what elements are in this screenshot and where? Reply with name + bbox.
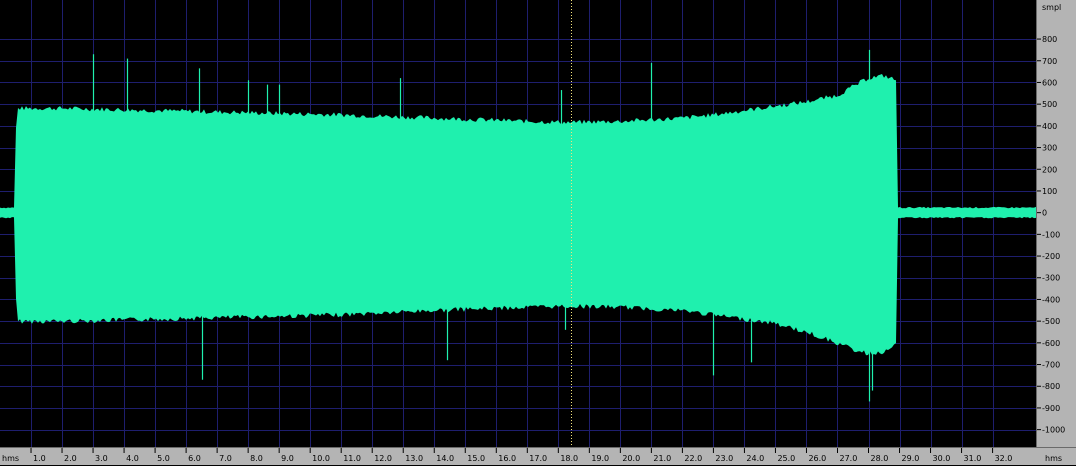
amplitude-ruler-canvas: smpl 800 700 600 500 400 300 200 100 0 -100 -200 -3… (1037, 3, 1065, 435)
x-tick-label: 19.0 (591, 454, 609, 463)
x-tick-label: 32.0 (995, 454, 1013, 463)
y-tick-label: -1000 (1042, 426, 1065, 435)
y-unit-label: smpl (1042, 3, 1061, 12)
time-ruler-canvas: hms 1.0 2.0 3.0 4.0 5.0 6.0 7.0 8.0 9.0 10.0 11.0 1… (2, 448, 1062, 463)
x-tick-label: 28.0 (871, 454, 889, 463)
x-tick-label: 10.0 (312, 454, 330, 463)
x-tick-label: 7.0 (219, 454, 232, 463)
x-tick-label: 13.0 (405, 454, 423, 463)
x-tick-label: 11.0 (343, 454, 361, 463)
x-tick-group: 1.0 2.0 3.0 4.0 5.0 6.0 7.0 8.0 9.0 10.0 11.0 12.0 1… (30, 448, 1013, 463)
waveform-envelope (0, 74, 1036, 356)
x-tick-label: 1.0 (33, 454, 46, 463)
y-tick-group: 800 700 600 500 400 300 200 100 0 -100 -200 -300 -40… (1037, 35, 1065, 435)
x-tick-label: 21.0 (653, 454, 671, 463)
x-tick-label: 14.0 (436, 454, 454, 463)
x-tick-label: 26.0 (808, 454, 826, 463)
x-unit-label-right: hms (1045, 454, 1062, 463)
waveform-display[interactable] (0, 0, 1036, 447)
x-tick-label: 2.0 (64, 454, 77, 463)
y-tick-label: -500 (1042, 317, 1060, 326)
y-tick-label: 300 (1042, 144, 1057, 153)
x-tick-label: 15.0 (467, 454, 485, 463)
x-tick-label: 17.0 (529, 454, 547, 463)
y-tick-label: -700 (1042, 361, 1060, 370)
y-tick-label: 0 (1042, 209, 1047, 218)
time-ruler[interactable]: hms 1.0 2.0 3.0 4.0 5.0 6.0 7.0 8.0 9.0 10.0 11.0 1… (0, 447, 1076, 465)
waveform-editor: smpl 800 700 600 500 400 300 200 100 0 -100 -200 -3… (0, 0, 1076, 465)
x-tick-label: 27.0 (839, 454, 857, 463)
x-tick-label: 22.0 (684, 454, 702, 463)
x-tick-label: 25.0 (777, 454, 795, 463)
x-tick-label: 6.0 (188, 454, 201, 463)
x-tick-label: 5.0 (157, 454, 170, 463)
y-tick-label: 700 (1042, 57, 1057, 66)
x-tick-label: 12.0 (374, 454, 392, 463)
y-tick-label: -400 (1042, 295, 1060, 304)
y-tick-label: -200 (1042, 252, 1060, 261)
y-tick-label: -900 (1042, 404, 1060, 413)
y-tick-label: -800 (1042, 382, 1060, 391)
y-tick-label: -600 (1042, 339, 1060, 348)
y-tick-label: 800 (1042, 35, 1057, 44)
x-unit-label-left: hms (2, 454, 19, 463)
y-tick-label: 200 (1042, 165, 1057, 174)
amplitude-ruler[interactable]: smpl 800 700 600 500 400 300 200 100 0 -100 -200 -3… (1036, 0, 1076, 447)
y-tick-label: 400 (1042, 122, 1057, 131)
x-tick-label: 16.0 (498, 454, 516, 463)
waveform-canvas (0, 0, 1036, 447)
x-tick-label: 9.0 (281, 454, 294, 463)
y-tick-label: 100 (1042, 187, 1057, 196)
x-tick-label: 20.0 (622, 454, 640, 463)
x-tick-label: 30.0 (933, 454, 951, 463)
x-tick-label: 31.0 (964, 454, 982, 463)
x-tick-label: 23.0 (715, 454, 733, 463)
y-tick-label: -100 (1042, 230, 1060, 239)
x-tick-label: 18.0 (560, 454, 578, 463)
x-tick-label: 29.0 (902, 454, 920, 463)
x-tick-label: 24.0 (746, 454, 764, 463)
x-tick-label: 8.0 (250, 454, 263, 463)
x-tick-label: 3.0 (95, 454, 108, 463)
y-tick-label: 500 (1042, 100, 1057, 109)
x-tick-label: 4.0 (126, 454, 139, 463)
y-tick-label: -300 (1042, 274, 1060, 283)
y-tick-label: 600 (1042, 78, 1057, 87)
